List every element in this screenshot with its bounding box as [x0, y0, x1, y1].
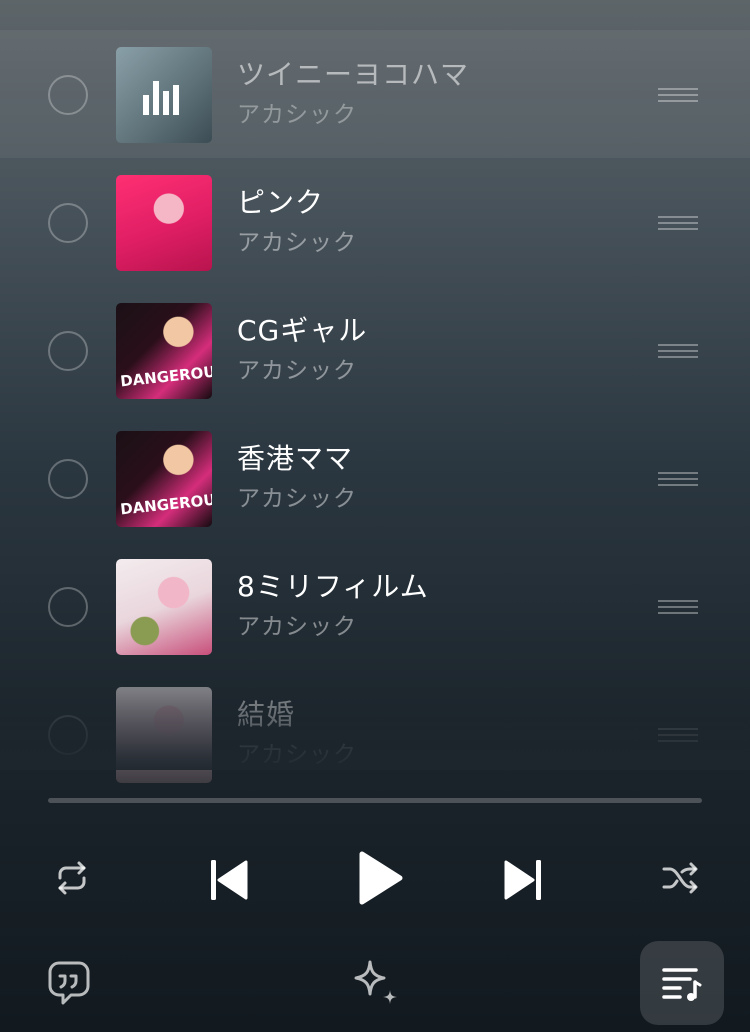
- album-art: [116, 559, 212, 655]
- drag-handle-icon[interactable]: [658, 88, 698, 102]
- album-art: [116, 175, 212, 271]
- track-artist: アカシック: [237, 230, 357, 256]
- queue-item[interactable]: ピンク アカシック: [0, 158, 750, 286]
- drag-handle-icon[interactable]: [658, 728, 698, 742]
- lyrics-icon: [48, 961, 90, 1005]
- select-radio[interactable]: [48, 203, 88, 243]
- now-playing-icon: [143, 81, 179, 115]
- track-title: 8ミリフィルム: [237, 570, 429, 603]
- queue-icon: [662, 968, 702, 1001]
- queue-button[interactable]: [640, 941, 724, 1025]
- drag-handle-icon[interactable]: [658, 344, 698, 358]
- queue-item[interactable]: DANGEROUS CGギャル アカシック: [0, 286, 750, 414]
- play-icon: [359, 851, 403, 905]
- drag-handle-icon[interactable]: [658, 216, 698, 230]
- select-radio[interactable]: [48, 715, 88, 755]
- sparkle-icon: [354, 960, 397, 1004]
- queue-item[interactable]: ツイニーヨコハマ アカシック: [0, 30, 750, 158]
- drag-handle-icon[interactable]: [658, 600, 698, 614]
- select-radio[interactable]: [48, 587, 88, 627]
- track-title: 香港ママ: [237, 442, 354, 475]
- track-artist: アカシック: [237, 102, 357, 128]
- previous-icon: [211, 860, 248, 900]
- queue-list: ツイニーヨコハマ アカシック ピンク アカシック DANGEROUS CGギャル…: [0, 30, 750, 798]
- select-radio[interactable]: [48, 459, 88, 499]
- album-art-text: DANGEROUS: [119, 489, 212, 519]
- track-title: 結婚: [237, 698, 296, 731]
- shuffle-button[interactable]: [654, 852, 706, 904]
- track-artist: アカシック: [237, 486, 357, 512]
- track-title: ツイニーヨコハマ: [237, 58, 470, 91]
- lyrics-button[interactable]: [42, 956, 96, 1010]
- select-radio[interactable]: [48, 331, 88, 371]
- track-artist: アカシック: [237, 358, 357, 384]
- track-artist: アカシック: [237, 614, 357, 640]
- shuffle-icon: [662, 862, 698, 894]
- queue-item[interactable]: 結婚 アカシック: [0, 670, 750, 798]
- progress-bar[interactable]: [48, 798, 702, 803]
- track-title: ピンク: [237, 186, 325, 219]
- queue-item[interactable]: DANGEROUS 香港ママ アカシック: [0, 414, 750, 542]
- previous-button[interactable]: [200, 852, 256, 908]
- next-icon: [504, 860, 541, 900]
- album-art: DANGEROUS: [116, 431, 212, 527]
- play-button[interactable]: [350, 848, 410, 908]
- album-art-text: DANGEROUS: [119, 361, 212, 391]
- repeat-button[interactable]: [46, 852, 98, 904]
- autoplay-button[interactable]: [344, 956, 404, 1012]
- queue-item[interactable]: 8ミリフィルム アカシック: [0, 542, 750, 670]
- track-artist: アカシック: [237, 742, 357, 768]
- album-art: DANGEROUS: [116, 303, 212, 399]
- select-radio[interactable]: [48, 75, 88, 115]
- track-title: CGギャル: [237, 314, 368, 347]
- drag-handle-icon[interactable]: [658, 472, 698, 486]
- album-art: [116, 47, 212, 143]
- album-art: [116, 687, 212, 783]
- repeat-icon: [58, 861, 86, 895]
- next-button[interactable]: [496, 852, 552, 908]
